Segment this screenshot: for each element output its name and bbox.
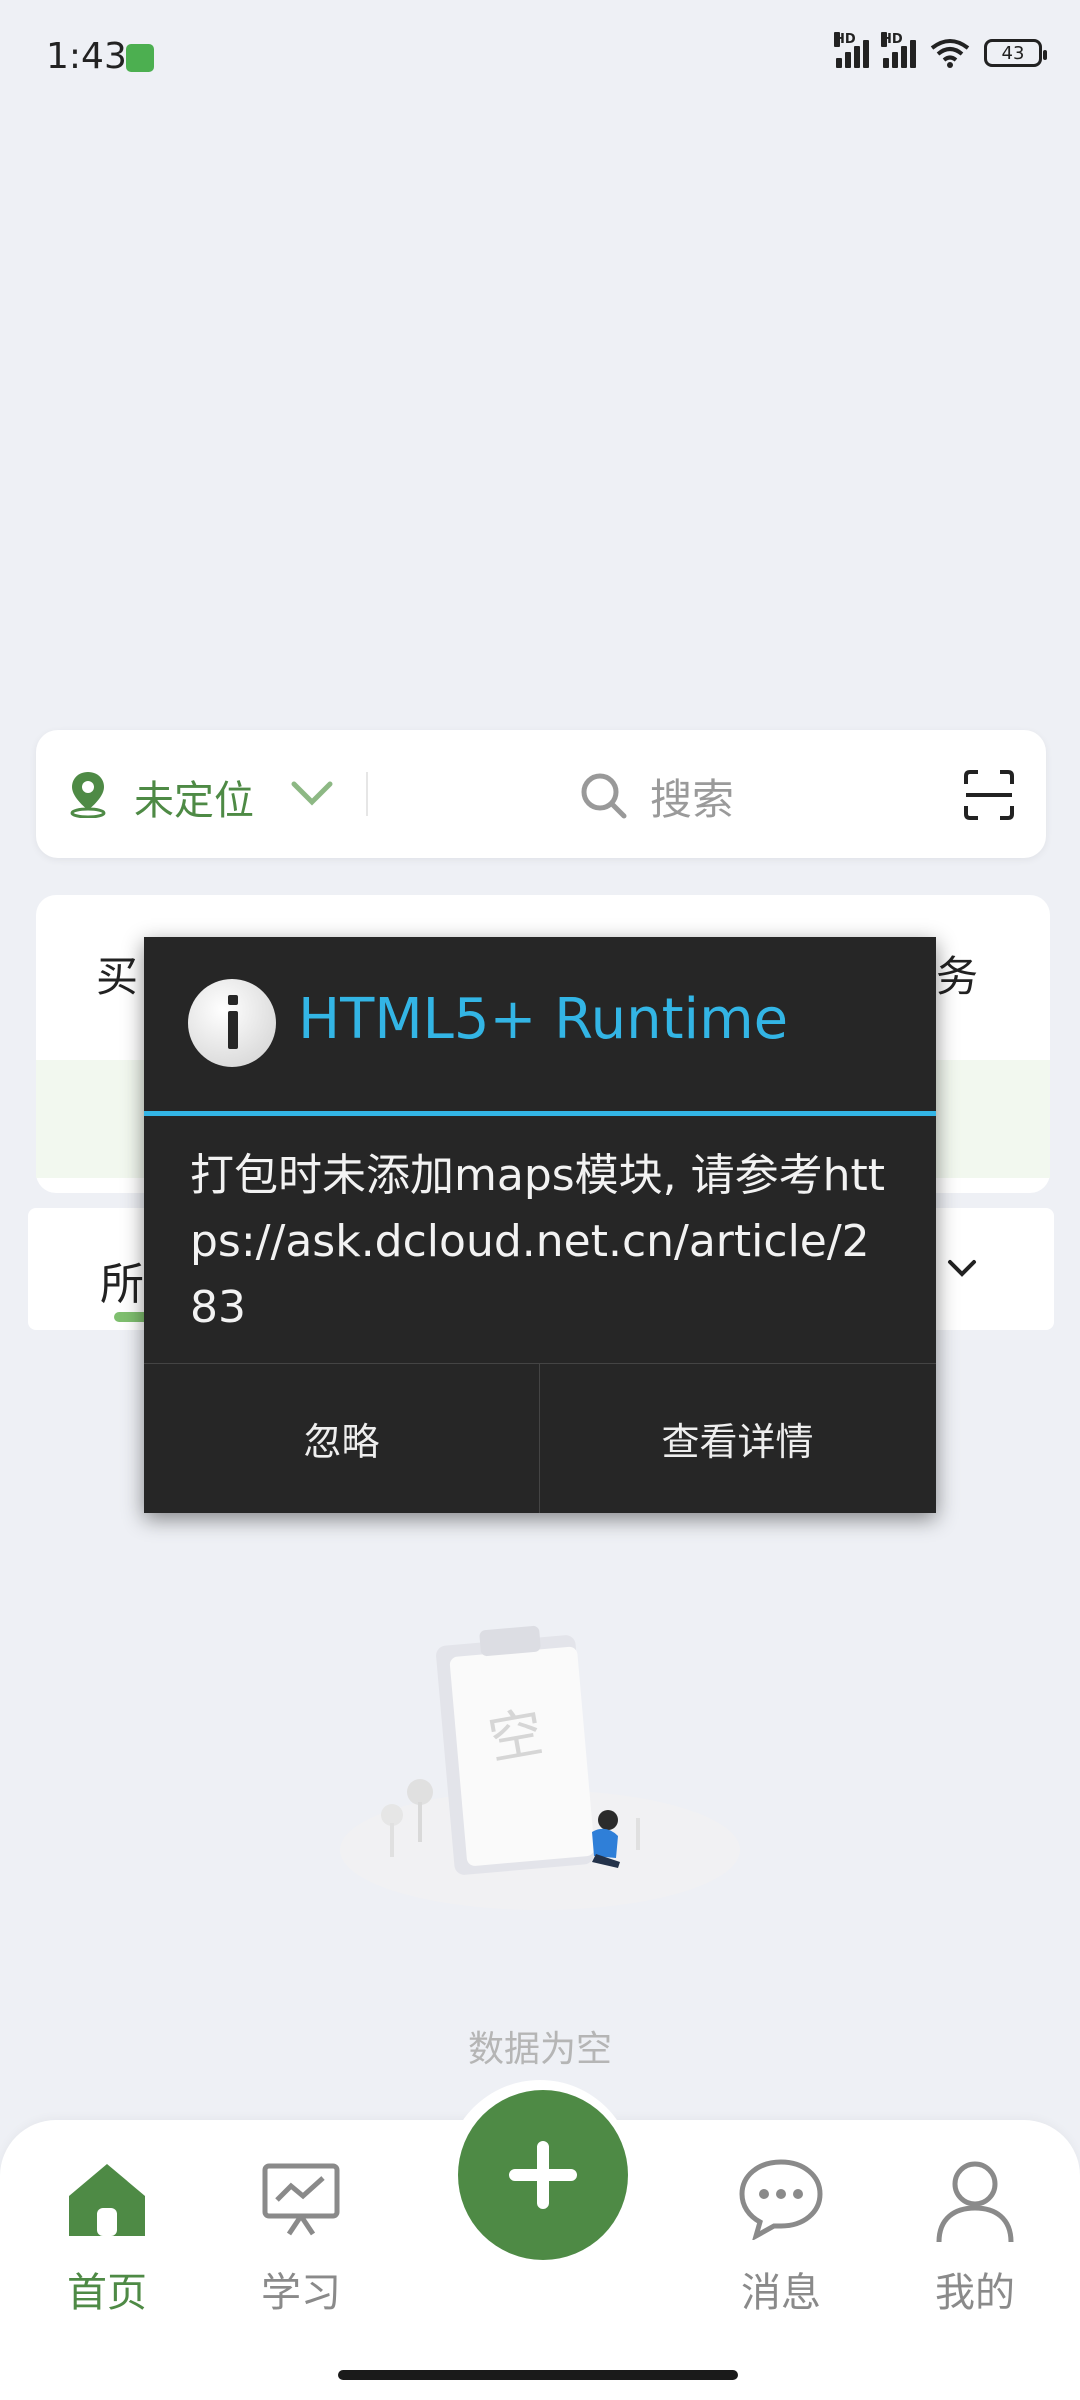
wifi-icon <box>930 39 970 68</box>
dialog-message: 打包时未添加maps模块, 请参考https://ask.dcloud.net.… <box>190 1150 886 1333</box>
location-label[interactable]: 未定位 <box>134 768 254 826</box>
status-time: 1:43 <box>46 36 127 77</box>
nav-item-me[interactable]: 我的 <box>880 2120 1070 2320</box>
home-icon <box>69 2164 145 2236</box>
service-item-left[interactable]: 买 <box>96 943 138 1004</box>
chat-bubble-icon <box>739 2159 823 2240</box>
empty-state-text: 数据为空 <box>467 2029 612 2070</box>
search-icon <box>581 773 627 819</box>
tab-all[interactable]: 所 <box>100 1248 144 1312</box>
ignore-button[interactable]: 忽略 <box>144 1364 539 1513</box>
info-icon <box>188 979 276 1067</box>
search-bar: 未定位 搜索 <box>36 730 1046 858</box>
view-details-button[interactable]: 查看详情 <box>540 1364 935 1513</box>
empty-state-illustration: 空 <box>340 1625 740 1910</box>
nav-item-messages[interactable]: 消息 <box>686 2120 876 2320</box>
dialog-title-divider <box>144 1111 936 1116</box>
presentation-icon <box>262 2163 340 2236</box>
add-button[interactable] <box>458 2090 628 2260</box>
cellular-signal-2-icon: HD <box>881 32 916 68</box>
chevron-down-icon[interactable] <box>942 1248 982 1288</box>
empty-illustration-label: 空 <box>484 1700 548 1771</box>
nav-label: 学习 <box>261 2270 341 2316</box>
nav-label: 消息 <box>741 2270 821 2316</box>
service-item-right[interactable]: 务 <box>936 943 978 1004</box>
nav-item-study[interactable]: 学习 <box>206 2120 396 2320</box>
user-icon <box>936 2161 1014 2243</box>
cellular-signal-icon: HD <box>834 32 869 68</box>
dialog-title: HTML5+ Runtime <box>298 987 789 1052</box>
status-icons: HD HD 43 <box>834 32 1047 68</box>
nav-item-home[interactable]: 首页 <box>12 2120 202 2320</box>
battery-indicator: 43 <box>984 39 1047 67</box>
location-pin-icon[interactable] <box>66 768 110 818</box>
runtime-dialog: HTML5+ Runtime 打包时未添加maps模块, 请参考https://… <box>144 937 936 1513</box>
nav-label: 我的 <box>935 2270 1015 2316</box>
chevron-down-icon[interactable] <box>286 766 338 818</box>
search-input[interactable]: 搜索 <box>650 766 734 827</box>
app-notification-icon <box>126 44 154 72</box>
nav-label: 首页 <box>67 2270 147 2316</box>
home-indicator <box>338 2370 738 2380</box>
plus-icon <box>509 2141 577 2209</box>
divider <box>366 772 368 816</box>
scan-icon[interactable] <box>962 768 1016 822</box>
